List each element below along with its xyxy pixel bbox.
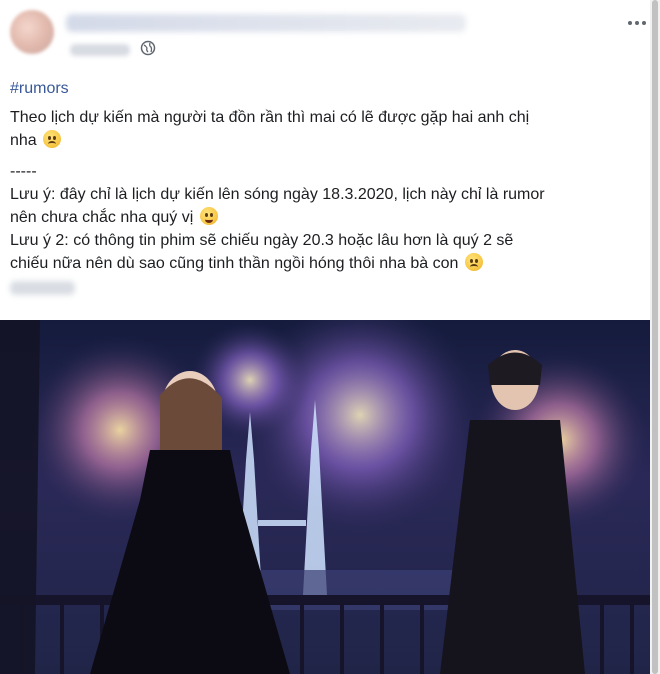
post-text: #rumors Theo lịch dự kiến mà người ta đồ… [10,77,650,275]
post-paragraph-2: ----- Lưu ý: đây chỉ là lịch dự kiến lên… [10,160,650,275]
post-line: chiếu nữa nên dù sao cũng tinh thần ngồi… [10,252,650,275]
author-name-blurred[interactable] [66,14,466,32]
post-photo[interactable] [0,320,650,674]
post-line: Lưu ý: đây chỉ là lịch dự kiến lên sóng … [10,186,545,203]
more-options-icon[interactable] [624,16,650,30]
rofl-emoji [199,207,218,225]
scrollbar[interactable] [650,0,660,674]
post-line: Theo lịch dự kiến mà người ta đồn rần th… [10,109,530,126]
post-line: nha [10,129,650,152]
sad-face-emoji [464,253,483,271]
sad-face-emoji [43,130,62,148]
post-line: Lưu ý 2: có thông tin phim sẽ chiếu ngày… [10,232,514,249]
separator-text: ----- [10,163,37,180]
post-timestamp-blurred[interactable] [70,44,130,56]
post-line: nên chưa chắc nha quý vị [10,206,650,229]
photo-illustration [0,320,650,674]
scrollbar-thumb[interactable] [652,0,658,674]
post-header [10,10,650,62]
facebook-post-card: #rumors Theo lịch dự kiến mà người ta đồ… [0,0,660,674]
hashtag-link[interactable]: #rumors [10,77,650,100]
globe-icon [140,40,156,56]
blurred-text [10,281,75,295]
author-avatar[interactable] [10,10,54,54]
post-paragraph-1: Theo lịch dự kiến mà người ta đồn rần th… [10,106,650,152]
